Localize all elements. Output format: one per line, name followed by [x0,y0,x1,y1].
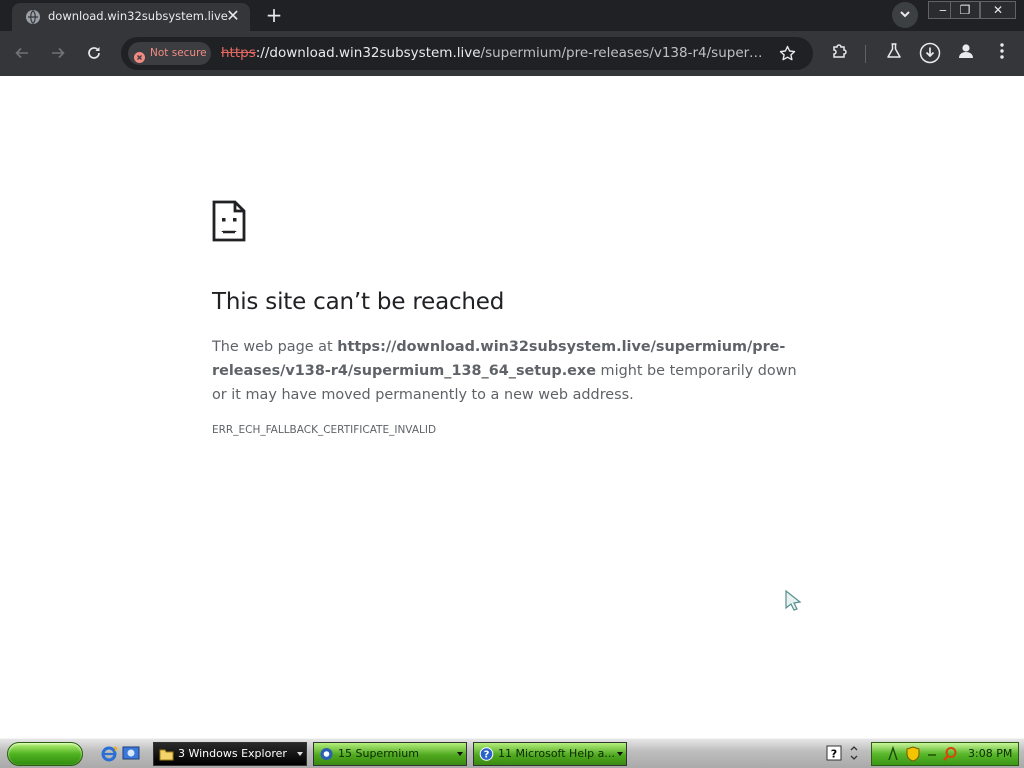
arrow-left-icon [15,47,28,59]
browser-tab[interactable]: download.win32subsystem.live ✕ [12,3,250,31]
chevron-down-icon [297,752,303,756]
network-icon[interactable] [886,745,904,764]
close-tab-button[interactable]: ✕ [224,7,242,25]
profile-button[interactable] [955,42,977,64]
downloads-button[interactable] [919,42,941,64]
taskbar-item-label: 11 Microsoft Help a... [498,747,615,760]
tab-search-button[interactable] [892,2,918,28]
tray-expand-icon[interactable] [850,745,860,763]
menu-button[interactable] [991,42,1013,64]
error-description: The web page at https://download.win32su… [212,335,812,407]
chevron-down-icon [457,752,463,756]
desktop-icon[interactable] [122,745,140,763]
taskbar-item-label: 3 Windows Explorer [178,747,287,760]
url-path: /supermium/pre-releases/v138-r4/supermiu… [480,45,773,61]
kebab-menu-icon [1000,43,1004,59]
warning-icon [134,48,145,63]
chevron-down-icon [617,752,623,756]
taskbar-item-microsoft-help[interactable]: ? 11 Microsoft Help a... [473,742,627,766]
start-button[interactable] [7,742,83,766]
not-secure-label: Not secure [150,47,207,59]
os-taskbar: 3 Windows Explorer 15 Supermium ? 11 Mic… [0,738,1024,768]
reload-button[interactable] [82,41,106,65]
error-code: ERR_ECH_FALLBACK_CERTIFICATE_INVALID [212,424,437,436]
browser-toolbar: Not secure https://download.win32subsyst… [0,31,1024,76]
restore-button[interactable]: ❐ [950,1,980,19]
taskbar-item-label: 15 Supermium [338,747,419,760]
flask-icon [887,43,901,58]
toolbar-divider [865,45,866,63]
close-window-button[interactable]: ✕ [980,1,1016,19]
download-icon [919,42,941,64]
folder-icon [159,747,174,761]
chevron-down-icon [900,11,910,18]
person-icon [959,44,973,58]
taskbar-item-windows-explorer[interactable]: 3 Windows Explorer [153,742,307,766]
taskbar-item-supermium[interactable]: 15 Supermium [313,742,467,766]
supermium-icon [319,747,334,761]
new-tab-button[interactable]: + [262,4,286,26]
puzzle-icon [833,44,847,58]
back-button[interactable] [10,41,34,65]
shield-icon[interactable] [906,746,924,764]
extensions-button[interactable] [829,42,851,64]
help-icon: ? [479,747,494,761]
url-host: ://download.win32subsystem.live [255,45,481,61]
tab-title: download.win32subsystem.live [48,9,228,23]
address-bar[interactable]: Not secure https://download.win32subsyst… [121,37,813,70]
bookmark-star-icon[interactable] [779,45,796,66]
page-content: This site can’t be reached The web page … [0,76,1024,738]
browser-titlebar: download.win32subsystem.live ✕ + ‒ ❐ ✕ [0,0,1024,31]
reload-icon [88,47,100,59]
url-text[interactable]: https://download.win32subsystem.live/sup… [221,45,773,61]
labs-button[interactable] [883,42,905,64]
system-tray: 3:08 PM [871,742,1019,766]
forward-button[interactable] [46,41,70,65]
help-tray-icon[interactable]: ? [826,745,844,763]
error-title: This site can’t be reached [212,289,505,315]
globe-icon [25,9,41,25]
url-scheme: https [221,45,256,61]
error-desc-prefix: The web page at [212,339,338,355]
search-icon[interactable] [942,746,960,764]
internet-explorer-icon[interactable] [100,745,118,763]
svg-text:?: ? [831,748,837,761]
system-clock: 3:08 PM [968,747,1013,760]
mouse-cursor-icon [784,589,802,615]
arrow-right-icon [52,47,65,59]
svg-text:?: ? [484,750,490,761]
security-chip[interactable]: Not secure [128,42,211,65]
sad-page-icon [212,200,246,246]
